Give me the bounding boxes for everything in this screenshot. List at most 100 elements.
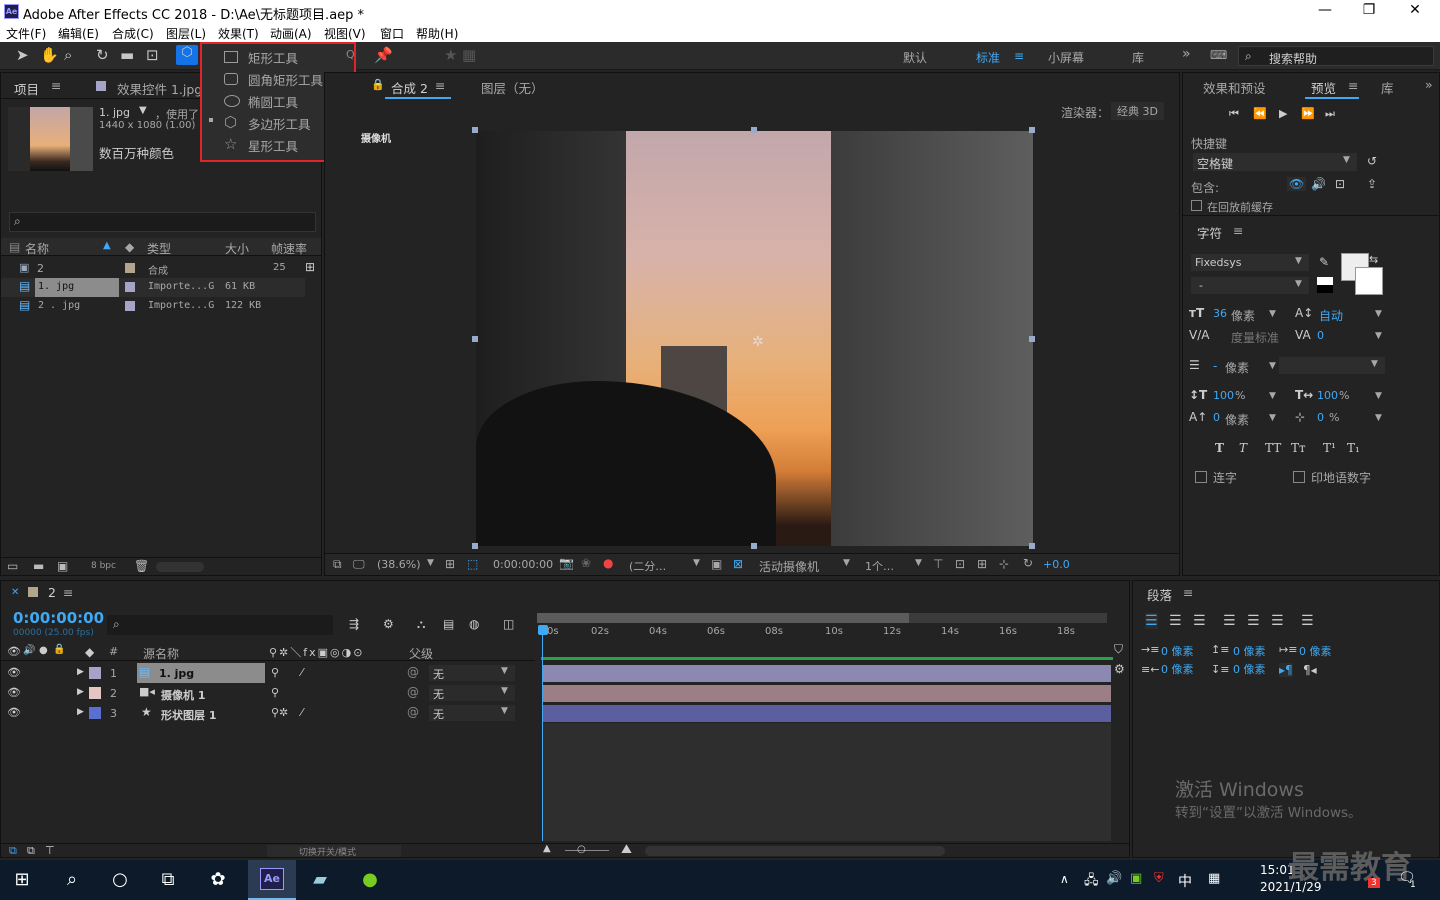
lock-icon[interactable]: 🔒	[371, 78, 385, 91]
timeline-search-input[interactable]: ⌕	[107, 615, 333, 635]
comp-button-icon[interactable]: ⚙	[1114, 662, 1125, 676]
exposure-value[interactable]: +0.0	[1043, 558, 1070, 571]
magnification-dropdown[interactable]: (38.6%)	[377, 558, 421, 571]
layer-name[interactable]: 1. jpg	[159, 667, 194, 680]
composition-flowchart-icon[interactable]: ⇶	[349, 617, 359, 631]
timeline-menu-icon[interactable]: ≡	[63, 585, 73, 600]
next-frame-icon[interactable]: ⏩	[1301, 107, 1315, 120]
ligature-checkbox[interactable]	[1195, 471, 1207, 483]
pick-whip-icon[interactable]: @	[407, 665, 419, 679]
font-family-dropdown[interactable]: Fixedsys ▼	[1191, 254, 1309, 271]
project-tab[interactable]: 项目	[14, 79, 39, 98]
kerning-value[interactable]: 度量标准	[1231, 329, 1279, 346]
ime-indicator[interactable]: 中	[1178, 871, 1192, 891]
playhead-icon[interactable]	[538, 625, 548, 635]
sort-ascending-icon[interactable]: ▲	[103, 240, 111, 251]
volume-icon[interactable]: 🔊	[1106, 871, 1122, 886]
solo-switch-icon[interactable]: ●	[39, 645, 48, 656]
parent-dropdown[interactable]: 无 ▼	[429, 685, 515, 701]
camera-tool-icon[interactable]: ▬	[120, 46, 134, 64]
workspace-more-icon[interactable]: »	[1182, 46, 1191, 62]
menu-file[interactable]: 文件(F)	[6, 25, 46, 42]
layer-name[interactable]: 摄像机 1	[161, 687, 205, 703]
always-preview-icon[interactable]: ⧉	[333, 557, 342, 572]
paragraph-tab[interactable]: 段落	[1147, 585, 1172, 604]
anchor-point-icon[interactable]: ✲	[752, 334, 764, 350]
align-right-icon[interactable]: ☰	[1193, 613, 1206, 629]
timeline-icon[interactable]: ⊞	[977, 557, 987, 571]
layer-duration-bar[interactable]	[543, 685, 1111, 702]
mask-visibility-icon[interactable]: ⬚	[467, 557, 478, 571]
white-swatch[interactable]	[1317, 277, 1333, 285]
include-overlays-icon[interactable]: ⊡	[1335, 177, 1345, 191]
channel-icon[interactable]: ●	[603, 556, 613, 570]
graph-editor-icon[interactable]: ◫	[503, 617, 514, 631]
menu-effect[interactable]: 效果(T)	[218, 25, 259, 42]
audio-switch-icon[interactable]: 🔊	[23, 645, 35, 656]
stroke-style-dropdown[interactable]: ▼	[1279, 357, 1385, 374]
label-color[interactable]	[125, 282, 135, 292]
expand-triangle-icon[interactable]: ▶	[77, 707, 84, 717]
menu-layer[interactable]: 图层(L)	[166, 25, 206, 42]
preview-tab[interactable]: 预览	[1311, 78, 1336, 97]
flowchart-icon[interactable]: ⊞	[305, 260, 315, 274]
camera-parent-pick-whip[interactable]: @	[407, 685, 419, 699]
layer-duration-bar[interactable]	[543, 665, 1111, 682]
expand-triangle-icon[interactable]: ▶	[77, 687, 84, 697]
parent-dropdown[interactable]: 无 ▼	[429, 705, 515, 721]
transfer-controls-icon[interactable]: ⧉	[27, 844, 35, 858]
font-style-dropdown[interactable]: - ▼	[1191, 277, 1309, 294]
align-left-icon[interactable]: ☰	[1145, 613, 1158, 629]
region-of-interest-icon[interactable]: ▣	[711, 557, 722, 571]
table-row[interactable]: ▤ 1. jpg Importe...G 61 KB	[1, 278, 305, 297]
menu-view[interactable]: 视图(V)	[324, 25, 366, 42]
menu-animation[interactable]: 动画(A)	[270, 25, 312, 42]
include-video-icon[interactable]: 👁	[1287, 177, 1307, 191]
search-icon[interactable]: ⌕	[52, 866, 92, 894]
project-search-input[interactable]: ⌕	[9, 212, 316, 232]
quality-switch-icon[interactable]: ⁄	[301, 666, 303, 679]
layer-switches-icon[interactable]: ⧉	[9, 844, 17, 858]
transform-handle[interactable]	[751, 127, 757, 133]
flowchart-icon[interactable]: ⊹	[999, 557, 1009, 571]
transform-handle[interactable]	[1029, 336, 1035, 342]
indent-left-value[interactable]: 0 像素	[1161, 643, 1194, 659]
small-caps-button[interactable]: Tт	[1291, 441, 1306, 455]
effects-presets-tab[interactable]: 效果和预设	[1203, 78, 1266, 97]
interpret-footage-icon[interactable]: ▭	[7, 559, 18, 573]
monitor-icon[interactable]: 🖵	[353, 557, 365, 572]
leading-value[interactable]: 自动	[1319, 307, 1343, 324]
table-row[interactable]: ▣ 2 合成 25 ⊞	[1, 259, 321, 278]
menu-edit[interactable]: 编辑(E)	[58, 25, 99, 42]
menu-window[interactable]: 窗口	[380, 25, 404, 42]
eyedropper-icon[interactable]: ✎	[1319, 255, 1329, 269]
font-size-value[interactable]: 36	[1213, 307, 1227, 320]
column-size[interactable]: 大小	[225, 240, 249, 257]
zoom-in-icon[interactable]: ⛰	[621, 842, 632, 857]
hand-tool-icon[interactable]: ✋	[40, 46, 59, 64]
current-time[interactable]: 0:00:00:00	[493, 558, 553, 571]
fast-preview-icon[interactable]: ⊡	[955, 557, 965, 571]
faux-bold-button[interactable]: T	[1215, 441, 1224, 455]
camera-view-dropdown[interactable]: 活动摄像机	[759, 558, 819, 575]
workspace-standard[interactable]: 标准	[976, 49, 1000, 66]
cortana-icon[interactable]: ○	[100, 866, 140, 894]
transform-handle[interactable]	[472, 336, 478, 342]
justify-last-center-icon[interactable]: ☰	[1247, 613, 1260, 629]
superscript-button[interactable]: T¹	[1323, 441, 1336, 455]
stroke-width-value[interactable]: -	[1213, 359, 1217, 373]
search-help-field[interactable]: ⌕ 搜索帮助	[1238, 46, 1434, 66]
keyboard-icon[interactable]: ▦	[1208, 871, 1220, 886]
last-frame-icon[interactable]: ⏭	[1325, 107, 1335, 121]
transform-handle[interactable]	[472, 127, 478, 133]
transparency-grid-icon[interactable]: ⊠	[733, 557, 743, 571]
play-icon[interactable]: ▶	[1279, 107, 1287, 120]
justify-last-right-icon[interactable]: ☰	[1271, 613, 1284, 629]
subscript-button[interactable]: T₁	[1347, 441, 1360, 455]
work-area-bar[interactable]	[537, 613, 1107, 623]
draft-3d-icon[interactable]: ⚙	[383, 617, 394, 631]
stroke-color-swatch[interactable]	[1355, 267, 1383, 295]
zoom-slider-knob[interactable]: ○	[577, 844, 586, 855]
tracking-value[interactable]: 0	[1317, 329, 1324, 342]
ltr-direction-icon[interactable]: ▸¶	[1279, 663, 1293, 677]
